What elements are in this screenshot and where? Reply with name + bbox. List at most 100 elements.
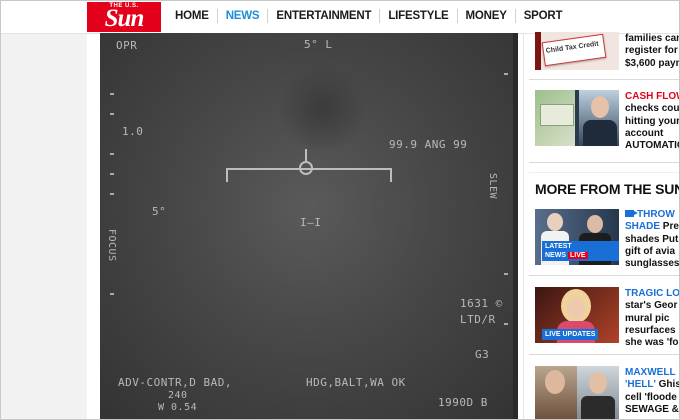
video-player[interactable]: OPR 5° L 1.0 99.9 ANG 99 5° I—I 1631 © L… [100,33,518,419]
reticle-right-leg [390,168,392,182]
video-camera-icon [625,210,638,217]
story-line: hitting your [625,115,680,127]
story-line: families can [625,33,680,44]
divider [529,275,679,276]
story-line: $3,600 paym [625,57,680,69]
nav-lifestyle[interactable]: LIFESTYLE [380,9,458,23]
nav-home[interactable]: HOME [167,9,218,23]
main-nav: HOME NEWS ENTERTAINMENT LIFESTYLE MONEY … [167,9,570,23]
story-line: checks could [625,103,680,115]
story-text: families can register for ch $3,600 paym [625,33,680,70]
sidebar-story[interactable]: CASH FLOW checks could hitting your acco… [535,90,679,151]
video-shadow [278,63,368,153]
portrait-suit [583,120,617,146]
divider [529,162,679,163]
story-line: resurfaces [625,324,676,336]
story-kicker: CASH FLOW [625,91,680,102]
section-title: MORE FROM THE SUN [535,181,680,197]
story-line: register for ch [625,45,679,57]
story-kicker: TRAGIC LOS [625,288,680,299]
hud-bottom-left-sub2: W 0.54 [158,402,198,413]
kicker-text: 'HELL' [625,379,656,391]
right-sidebar: Child Tax Credit families can register f… [529,32,680,419]
hud-tick [504,323,508,325]
person-face [589,372,607,394]
check-shape [540,104,574,126]
thumb-label: Child Tax Credit [545,40,600,55]
hud-tick [110,153,114,155]
hud-tick [110,293,114,295]
story-text: TRAGIC LOS star's Geor mural pic resurfa… [625,288,680,349]
story-line: sunglasses [625,258,680,270]
person-face [545,370,565,394]
hud-tick [110,173,114,175]
logo-big-text: Sun [104,5,145,32]
live-updates-badge: LIVE UPDATES [542,329,599,340]
story-line-text: Pre [660,221,679,233]
person-face [587,215,603,233]
divider [529,354,679,355]
sidebar-story[interactable]: MAXWELL 'HELL' Ghisl cell 'floode SEWAGE… [535,366,679,419]
hud-tick [504,273,508,275]
reticle-circle [299,161,313,175]
divider [529,172,679,173]
nav-news[interactable]: NEWS [218,9,269,23]
latest-news-badge: LATEST NEWS LIVE [542,241,619,261]
story-line: gift of avia [625,245,676,257]
story-line: SHADE Pre [625,221,679,233]
hud-top-left: OPR [116,39,138,52]
tax-card-shape: Child Tax Credit [541,33,607,67]
story-thumbnail[interactable] [535,90,619,146]
hud-tick [110,93,114,95]
hud-mid-left: 5° [152,205,167,218]
hud-tick [110,193,114,195]
story-line: shades Put [625,233,679,245]
top-navigation-bar: THE U.S. Sun HOME NEWS ENTERTAINMENT LIF… [1,1,679,34]
story-line-text: Ghisl [658,379,679,391]
nav-sport[interactable]: SPORT [516,9,571,23]
hud-tick [504,73,508,75]
hud-right-g: G3 [475,348,490,361]
person-body [581,396,615,419]
story-thumbnail[interactable]: LIVE UPDATES [535,287,619,343]
story-thumbnail[interactable]: Child Tax Credit [535,32,619,70]
badge-live: LIVE [568,252,588,259]
the-sun-logo[interactable]: THE U.S. Sun [87,2,161,32]
story-line: she was 'fo [625,337,679,349]
story-line: mural pic [625,312,670,324]
nav-entertainment[interactable]: ENTERTAINMENT [268,9,381,23]
hud-bottom-left-sub: 240 [168,390,188,401]
story-text: CASH FLOW checks could hitting your acco… [625,91,680,152]
story-line: 'HELL' Ghisl [625,379,679,391]
story-thumbnail[interactable] [535,366,619,419]
hud-bottom-center: HDG,BALT,WA OK [306,376,406,389]
hud-bottom-right: 1990D B [438,396,488,409]
story-line: SEWAGE & [625,403,679,415]
column-divider [523,34,524,419]
sidebar-story[interactable]: Child Tax Credit families can register f… [535,32,680,70]
story-kicker: MAXWELL [625,367,676,378]
hud-left-scale: 1.0 [122,125,144,138]
hud-tick [110,113,114,115]
reticle-left-leg [226,168,228,182]
divider [529,79,679,80]
video-edge [513,33,518,419]
story-line: account [625,127,664,139]
person-face [567,297,585,319]
story-thumbnail[interactable]: LATEST NEWS LIVE [535,209,619,265]
story-text: MAXWELL 'HELL' Ghisl cell 'floode SEWAGE… [625,367,679,416]
sidebar-story[interactable]: LATEST NEWS LIVE THROW SHADE Pre shades P… [535,209,679,269]
story-kicker: THROW [625,209,679,221]
story-line: star's Geor [625,300,678,312]
page-frame: THE U.S. Sun HOME NEWS ENTERTAINMENT LIF… [0,0,680,420]
sidebar-story[interactable]: LIVE UPDATES TRAGIC LOS star's Geor mura… [535,287,679,348]
nav-money[interactable]: MONEY [458,9,516,23]
hud-left-vertical: FOCUS [106,229,117,262]
person-face [547,213,563,231]
hud-mid-center: I—I [300,216,322,229]
story-line: cell 'floode [625,391,677,403]
hud-bottom-left: ADV-CONTR,D BAD, [118,376,232,389]
reticle-top-tick [305,149,307,161]
portrait-face [591,96,609,118]
hud-top-center: 5° L [304,38,333,51]
